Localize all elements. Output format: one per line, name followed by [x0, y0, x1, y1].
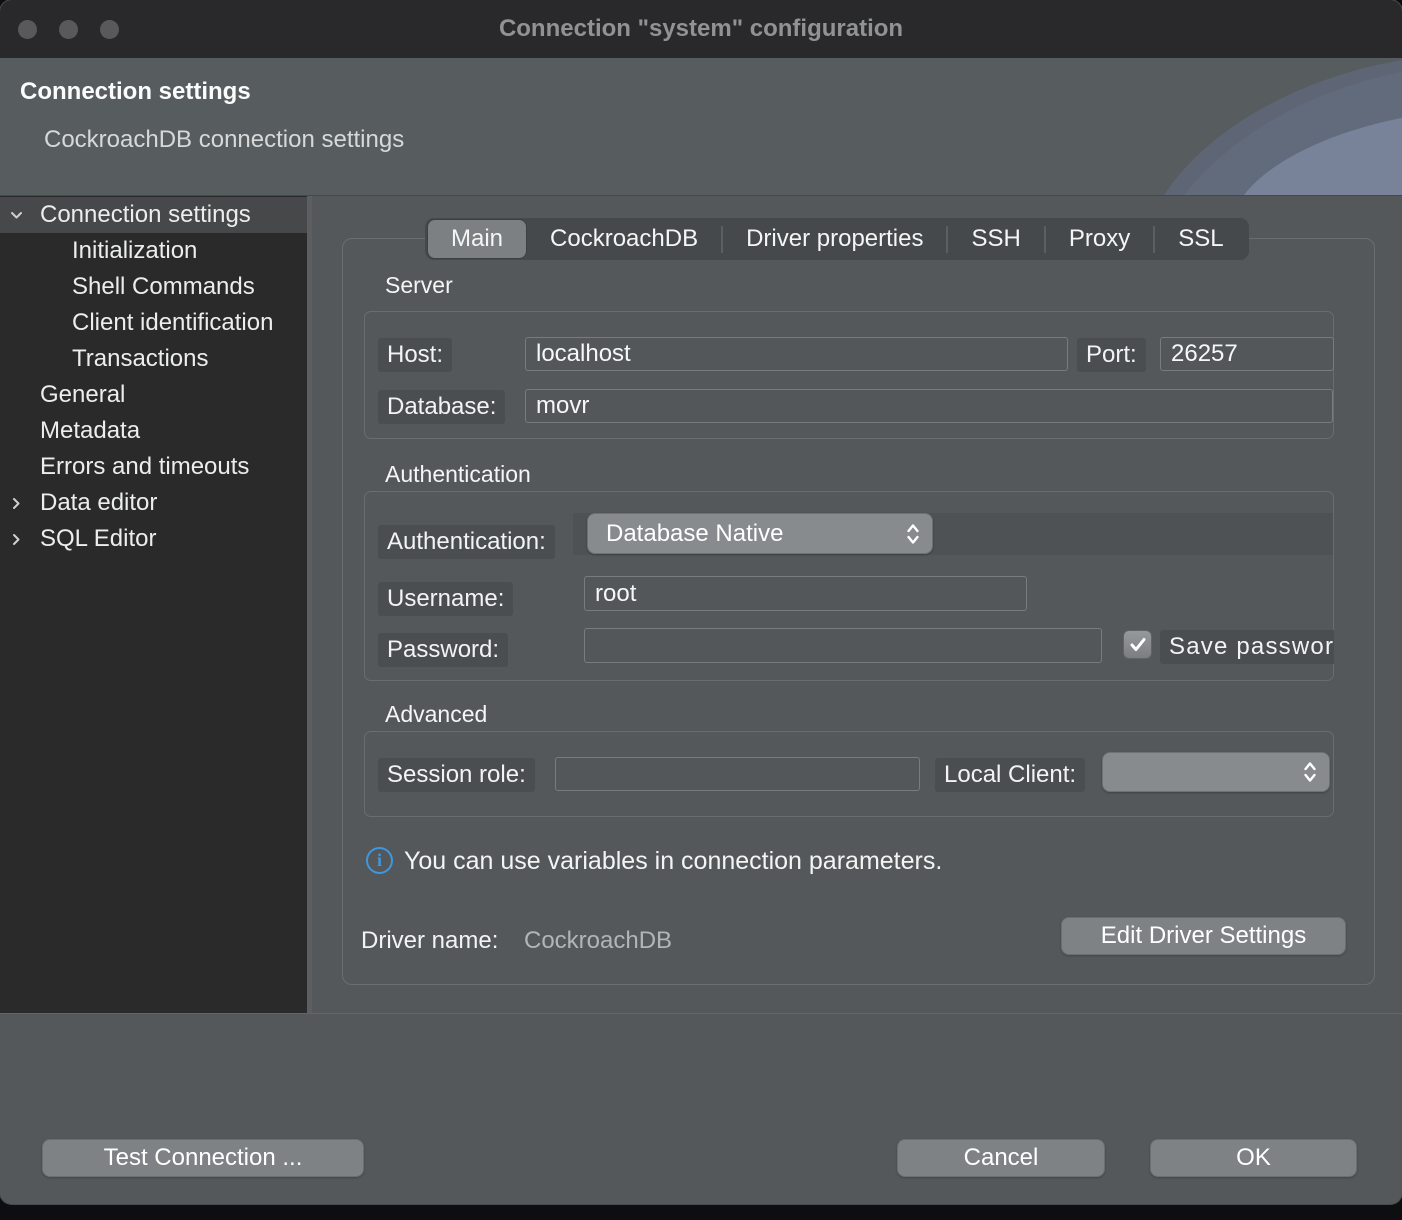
session-role-input[interactable] — [555, 757, 920, 791]
tree-item-label: Client identification — [0, 309, 273, 337]
chevron-down-icon — [9, 208, 24, 223]
window-controls — [18, 0, 119, 58]
server-group-title: Server — [385, 272, 453, 299]
close-window-button[interactable] — [18, 20, 37, 39]
tree-item-sql-editor[interactable]: SQL Editor — [0, 521, 307, 557]
chevron-right-icon — [9, 496, 24, 511]
variables-hint-text: You can use variables in connection para… — [404, 847, 942, 876]
tree-item-label: Transactions — [0, 345, 209, 373]
minimize-window-button[interactable] — [59, 20, 78, 39]
tree-item-general[interactable]: General — [0, 377, 307, 413]
username-input[interactable] — [584, 576, 1027, 611]
advanced-group-title: Advanced — [385, 701, 487, 728]
tree-item-label: Initialization — [0, 237, 197, 265]
tree-item-shell-commands[interactable]: Shell Commands — [0, 269, 307, 305]
zoom-window-button[interactable] — [100, 20, 119, 39]
tree-item-label: Connection settings — [0, 201, 251, 229]
dialog-header: Connection settings CockroachDB connecti… — [0, 58, 1402, 195]
host-input[interactable] — [525, 337, 1068, 371]
password-input[interactable] — [584, 628, 1102, 663]
authentication-group-title: Authentication — [385, 461, 531, 488]
settings-tree: Connection settings Initialization Shell… — [0, 196, 307, 1014]
tree-item-initialization[interactable]: Initialization — [0, 233, 307, 269]
session-role-label: Session role: — [378, 758, 535, 792]
password-label: Password: — [378, 633, 508, 667]
tab-main[interactable]: Main — [428, 220, 526, 258]
driver-name-value: CockroachDB — [524, 927, 672, 955]
cancel-button[interactable]: Cancel — [897, 1139, 1105, 1177]
tree-item-data-editor[interactable]: Data editor — [0, 485, 307, 521]
tree-item-transactions[interactable]: Transactions — [0, 341, 307, 377]
local-client-label: Local Client: — [935, 758, 1085, 792]
save-password-checkbox[interactable] — [1123, 630, 1152, 659]
port-label: Port: — [1077, 338, 1146, 372]
tab-cockroachdb[interactable]: CockroachDB — [527, 220, 721, 258]
dialog-title: Connection settings — [20, 78, 251, 106]
driver-name-label: Driver name: — [361, 927, 498, 955]
content-panel: Main CockroachDB Driver properties SSH P… — [312, 196, 1402, 1014]
tree-item-label: Metadata — [0, 417, 140, 445]
database-input[interactable] — [525, 389, 1333, 423]
test-connection-button[interactable]: Test Connection ... — [42, 1139, 364, 1177]
save-password-label-clip: Save password — [1160, 630, 1334, 664]
dialog-subtitle: CockroachDB connection settings — [44, 126, 404, 154]
dialog-footer: Test Connection ... Cancel OK — [0, 1013, 1402, 1204]
tree-item-label: Errors and timeouts — [0, 453, 249, 481]
authentication-select-value: Database Native — [588, 520, 898, 548]
authentication-label: Authentication: — [378, 525, 555, 559]
dialog-body: Connection settings Initialization Shell… — [0, 195, 1402, 1013]
tab-ssl[interactable]: SSL — [1155, 220, 1246, 258]
tree-item-connection-settings[interactable]: Connection settings — [0, 197, 307, 233]
port-input[interactable] — [1160, 337, 1334, 371]
checkmark-icon — [1129, 637, 1147, 653]
window-title: Connection "system" configuration — [0, 15, 1402, 43]
advanced-groupbox: Session role: Local Client: — [364, 731, 1334, 817]
tree-item-label: Shell Commands — [0, 273, 255, 301]
host-label: Host: — [378, 338, 452, 372]
authentication-groupbox: Authentication: Database Native Username… — [364, 491, 1334, 681]
tab-ssh[interactable]: SSH — [948, 220, 1043, 258]
local-client-select[interactable] — [1102, 752, 1330, 792]
titlebar: Connection "system" configuration — [0, 0, 1402, 58]
tree-item-errors-and-timeouts[interactable]: Errors and timeouts — [0, 449, 307, 485]
tree-item-client-identification[interactable]: Client identification — [0, 305, 307, 341]
tab-driver-properties[interactable]: Driver properties — [723, 220, 946, 258]
main-tab-panel: Server Host: Port: Database: Authenticat… — [342, 238, 1375, 985]
edit-driver-settings-button[interactable]: Edit Driver Settings — [1061, 917, 1346, 955]
save-password-label: Save password — [1160, 630, 1334, 664]
tab-proxy[interactable]: Proxy — [1046, 220, 1153, 258]
authentication-select[interactable]: Database Native — [587, 513, 933, 554]
chevron-right-icon — [9, 532, 24, 547]
decorative-swoosh-graphic — [1072, 58, 1402, 195]
info-icon: i — [366, 847, 393, 874]
tab-bar: Main CockroachDB Driver properties SSH P… — [425, 218, 1249, 260]
select-arrows-icon — [1303, 760, 1317, 784]
tree-item-metadata[interactable]: Metadata — [0, 413, 307, 449]
server-groupbox: Host: Port: Database: — [364, 311, 1334, 439]
select-arrows-icon — [906, 522, 920, 546]
connection-dialog-window: Connection "system" configuration Connec… — [0, 0, 1402, 1204]
tree-item-label: General — [0, 381, 125, 409]
database-label: Database: — [378, 390, 505, 424]
ok-button[interactable]: OK — [1150, 1139, 1357, 1177]
username-label: Username: — [378, 582, 513, 616]
